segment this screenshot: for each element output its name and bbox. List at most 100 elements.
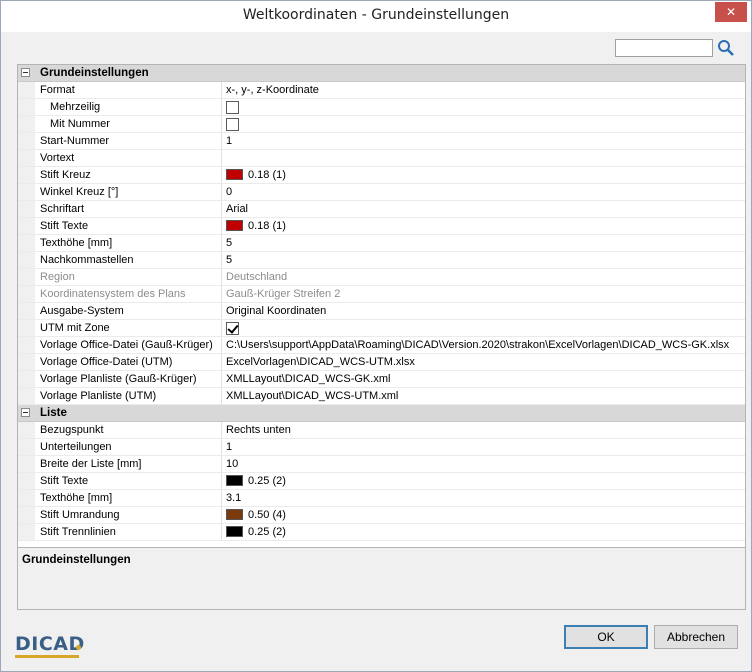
property-value[interactable]: 0.25 (2) <box>226 475 286 487</box>
dicad-logo: DICAD <box>15 633 85 655</box>
property-row[interactable]: Texthöhe [mm] 5 <box>18 235 745 252</box>
row-gutter <box>18 99 35 115</box>
property-value-text: 0.50 (4) <box>248 509 286 521</box>
property-row[interactable]: Vorlage Office-Datei (Gauß-Krüger) C:\Use… <box>18 337 745 354</box>
property-row[interactable]: Vortext <box>18 150 745 167</box>
row-gutter <box>18 354 35 370</box>
property-value[interactable]: 0.25 (2) <box>226 526 286 538</box>
property-row[interactable]: Koordinatensystem des Plans Gauß-Krüger S… <box>18 286 745 303</box>
property-row[interactable]: Winkel Kreuz [°] 0 <box>18 184 745 201</box>
row-gutter <box>18 150 35 166</box>
property-checkbox[interactable] <box>226 101 239 114</box>
property-value[interactable]: Arial <box>226 203 248 215</box>
property-value[interactable]: XMLLayout\DICAD_WCS-GK.xml <box>226 373 390 385</box>
property-label: Stift Texte <box>40 220 89 232</box>
property-value-text: Gauß-Krüger Streifen 2 <box>226 288 341 300</box>
property-value-text: 5 <box>226 254 233 266</box>
property-value[interactable]: Original Koordinaten <box>226 305 326 317</box>
property-label: Stift Texte <box>40 475 89 487</box>
property-value[interactable]: 3.1 <box>226 492 241 504</box>
property-row[interactable]: Vorlage Planliste (Gauß-Krüger) XMLLayout… <box>18 371 745 388</box>
row-gutter <box>18 116 35 132</box>
property-value[interactable]: Gauß-Krüger Streifen 2 <box>226 288 340 300</box>
property-value-text: 10 <box>226 458 239 470</box>
row-gutter <box>18 303 35 319</box>
property-value[interactable]: 0 <box>226 186 232 198</box>
property-row[interactable]: UTM mit Zone <box>18 320 745 337</box>
row-gutter <box>18 235 35 251</box>
property-value[interactable]: C:\Users\support\AppData\Roaming\DICAD\V… <box>226 339 729 351</box>
property-row[interactable]: Stift Umrandung 0.50 (4) <box>18 507 745 524</box>
close-button[interactable]: ✕ <box>715 2 747 22</box>
column-separator <box>221 507 222 523</box>
property-label: Ausgabe-System <box>40 305 124 317</box>
property-row[interactable]: Stift Kreuz 0.18 (1) <box>18 167 745 184</box>
property-row[interactable]: Mehrzeilig <box>18 99 745 116</box>
column-separator <box>221 269 222 285</box>
property-row[interactable]: Nachkommastellen 5 <box>18 252 745 269</box>
property-label: Schriftart <box>40 203 85 215</box>
property-value[interactable]: 5 <box>226 237 232 249</box>
collapse-icon[interactable] <box>21 68 30 77</box>
pen-color-swatch <box>226 475 243 486</box>
property-value-text: 5 <box>226 237 233 249</box>
column-separator <box>221 388 222 404</box>
row-gutter <box>18 269 35 285</box>
property-row[interactable]: Vorlage Planliste (UTM) XMLLayout\DICAD_W… <box>18 388 745 405</box>
property-value[interactable]: Rechts unten <box>226 424 291 436</box>
property-row[interactable]: Stift Texte 0.18 (1) <box>18 218 745 235</box>
property-row[interactable]: Ausgabe-System Original Koordinaten <box>18 303 745 320</box>
property-value-text: XMLLayout\DICAD_WCS-UTM.xml <box>226 390 399 402</box>
property-checkbox[interactable] <box>226 322 239 335</box>
property-value[interactable]: 10 <box>226 458 238 470</box>
property-row[interactable]: Unterteilungen 1 <box>18 439 745 456</box>
property-value[interactable]: 1 <box>226 441 232 453</box>
row-gutter <box>18 133 35 149</box>
search-input[interactable] <box>615 39 713 57</box>
property-value[interactable]: 0.50 (4) <box>226 509 286 521</box>
property-label: Stift Trennlinien <box>40 526 116 538</box>
property-value[interactable]: ExcelVorlagen\DICAD_WCS-UTM.xlsx <box>226 356 415 368</box>
pen-color-swatch <box>226 169 243 180</box>
property-checkbox[interactable] <box>226 118 239 131</box>
property-row[interactable]: Schriftart Arial <box>18 201 745 218</box>
property-value[interactable]: 1 <box>226 135 232 147</box>
row-gutter <box>18 422 35 438</box>
property-row[interactable]: Vorlage Office-Datei (UTM) ExcelVorlagen\… <box>18 354 745 371</box>
ok-button[interactable]: OK <box>564 625 648 649</box>
property-row[interactable]: Format x-, y-, z-Koordinate <box>18 82 745 99</box>
property-row[interactable]: Stift Texte 0.25 (2) <box>18 473 745 490</box>
row-gutter <box>18 218 35 234</box>
property-label: Winkel Kreuz [°] <box>40 186 119 198</box>
property-row[interactable]: Region Deutschland <box>18 269 745 286</box>
property-row[interactable]: Texthöhe [mm] 3.1 <box>18 490 745 507</box>
column-separator <box>221 82 222 98</box>
column-separator <box>221 354 222 370</box>
property-value[interactable]: 0.18 (1) <box>226 220 286 232</box>
property-row[interactable]: Bezugspunkt Rechts unten <box>18 422 745 439</box>
property-row[interactable]: Breite der Liste [mm] 10 <box>18 456 745 473</box>
search-icon[interactable] <box>717 39 735 57</box>
property-value[interactable]: Deutschland <box>226 271 287 283</box>
property-value-text: C:\Users\support\AppData\Roaming\DICAD\V… <box>226 339 730 351</box>
row-gutter <box>18 184 35 200</box>
property-row[interactable]: Stift Trennlinien 0.25 (2) <box>18 524 745 541</box>
property-value-text: Original Koordinaten <box>226 305 327 317</box>
property-value[interactable]: x-, y-, z-Koordinate <box>226 84 319 96</box>
property-row[interactable]: Start-Nummer 1 <box>18 133 745 150</box>
property-label: Koordinatensystem des Plans <box>40 288 186 300</box>
property-value[interactable]: 5 <box>226 254 232 266</box>
category-label: Liste <box>40 407 67 419</box>
category-row[interactable]: Liste <box>18 405 745 422</box>
category-row[interactable]: Grundeinstellungen <box>18 65 745 82</box>
column-separator <box>221 116 222 132</box>
property-label: Start-Nummer <box>40 135 110 147</box>
property-value-text: Rechts unten <box>226 424 291 436</box>
cancel-button[interactable]: Abbrechen <box>654 625 738 649</box>
property-value-text: 0.25 (2) <box>248 526 286 538</box>
collapse-icon[interactable] <box>21 408 30 417</box>
property-value[interactable]: XMLLayout\DICAD_WCS-UTM.xml <box>226 390 398 402</box>
column-separator <box>221 184 222 200</box>
property-row[interactable]: Mit Nummer <box>18 116 745 133</box>
property-value[interactable]: 0.18 (1) <box>226 169 286 181</box>
